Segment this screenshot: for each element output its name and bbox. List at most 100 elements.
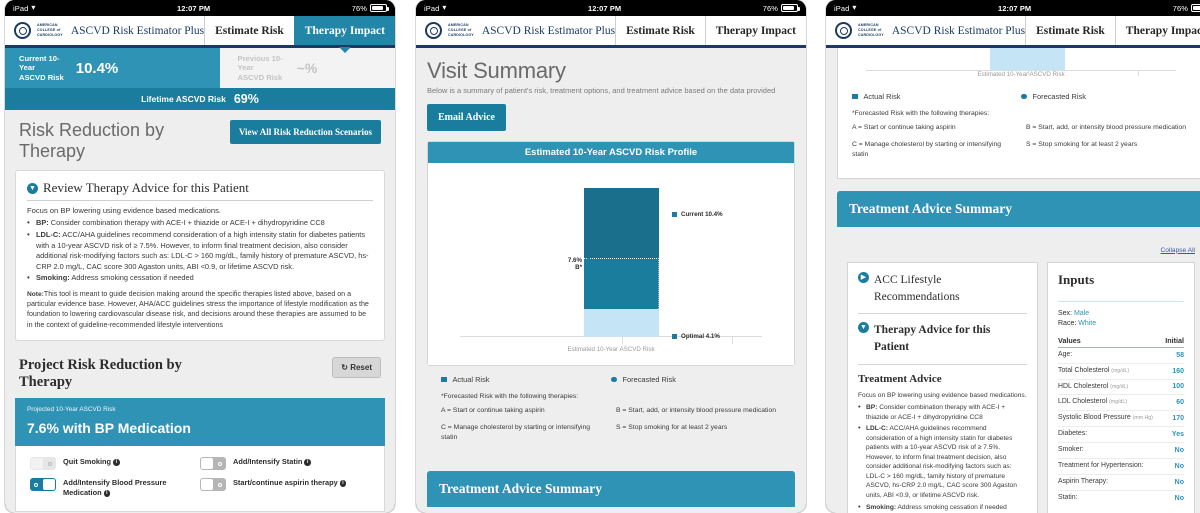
acc-logo-words: AMERICAN COLLEGE of CARDIOLOGY (37, 23, 63, 37)
chart-x-axis-label: Estimated 10-Year ASCVD Risk (977, 71, 1065, 78)
app-title: ASCVD Risk Estimator Plus (481, 24, 616, 37)
toggle-aspirin-therapy[interactable]: Start/continue aspirin therapy i (200, 474, 370, 502)
tab-therapy-impact[interactable]: Therapy Impact (293, 16, 395, 45)
app-screen: AMERICAN COLLEGE of CARDIOLOGY ASCVD Risk … (5, 16, 395, 513)
tab-estimate-risk[interactable]: Estimate Risk (1025, 16, 1115, 45)
reset-button[interactable]: ↻ Reset (332, 356, 381, 378)
collapse-all-row: Collapse All (837, 239, 1200, 262)
therapy-advice-header[interactable]: ▼ Therapy Advice for this Patient (858, 322, 1027, 365)
legend-item-actual-risk: Actual Risk (852, 92, 1021, 101)
footnote-a: A = Start or continue taking aspirin (441, 406, 545, 414)
table-row: Aspirin Therapy: No (1058, 475, 1184, 492)
battery-percent-label: 76% (762, 3, 778, 13)
app-navbar: AMERICAN COLLEGE of CARDIOLOGY ASCVD Risk … (826, 16, 1200, 48)
refresh-icon: ↻ (341, 362, 348, 372)
status-bar: iPad ▾ 12:07 PM 76% (826, 0, 1200, 16)
collapse-all-link[interactable]: Collapse All (1161, 247, 1195, 254)
footnote-b: B = Start, add, or intensity blood press… (1026, 123, 1187, 131)
tab-estimate-risk[interactable]: Estimate Risk (204, 16, 294, 45)
therapy-advice-title: Therapy Advice for this Patient (874, 324, 991, 354)
legend-square-icon (441, 376, 447, 383)
treatment-advice-summary-bar[interactable]: Treatment Advice Summary (427, 470, 795, 507)
treatment-advice-summary-bar[interactable]: Treatment Advice Summary (837, 190, 1200, 227)
chart-annotation-current: Current 10.4% (672, 211, 723, 218)
footnote-s: S = Stop smoking for at least 2 years (616, 424, 728, 432)
chart-annotation-forecast: 7.6% B* (544, 257, 591, 273)
review-card-lead: Focus on BP lowering using evidence base… (27, 206, 222, 216)
chart-x-axis-label: Estimated 10-Year ASCVD Risk (567, 346, 655, 353)
toggle-switch-statin[interactable] (200, 457, 226, 471)
view-all-scenarios-button[interactable]: View All Risk Reduction Scenarios (229, 120, 381, 144)
info-icon[interactable]: i (339, 480, 347, 487)
device-name-label: iPad (424, 3, 440, 13)
acc-logo-icon (425, 22, 442, 39)
footnote-title: *Forecasted Risk with the following ther… (441, 393, 579, 400)
list-item: Smoking: Address smoking cessation if ne… (858, 502, 1027, 513)
ipad-panel-visit-summary: iPad ▾ 12:07 PM 76% AMERICAN COLLEGE of CA… (416, 0, 806, 513)
chart-segment-forecast (584, 258, 659, 309)
page-subtitle: Below is a summary of patient's risk, tr… (427, 86, 776, 95)
lifetime-risk-value: 69% (233, 92, 259, 106)
chevron-right-circle-icon: ▶ (858, 271, 869, 283)
chart-annotation-optimal: Optimal 4.1% (672, 333, 720, 340)
toggle-quit-smoking[interactable]: Quit Smoking i (30, 453, 200, 474)
chart-footnotes: *Forecasted Risk with the following ther… (427, 386, 795, 461)
status-bar-right: 76% (762, 3, 800, 13)
status-bar-left: iPad ▾ (13, 4, 36, 13)
chart-marker-square (672, 212, 677, 217)
footnote-s: S = Stop smoking for at least 2 years (1026, 141, 1138, 149)
legend-item-actual-risk: Actual Risk (441, 375, 611, 384)
chart-marker-square (672, 334, 677, 339)
legend-square-icon (852, 93, 858, 100)
status-bar-clock: 12:07 PM (176, 3, 211, 13)
email-advice-button[interactable]: Email Advice (427, 104, 506, 131)
acc-logo-icon (835, 22, 852, 39)
app-navbar: AMERICAN COLLEGE of CARDIOLOGY ASCVD Risk … (416, 16, 806, 48)
app-screen: AMERICAN COLLEGE of CARDIOLOGY ASCVD Risk … (826, 16, 1200, 513)
footnote-c: C = Manage cholesterol by starting or in… (852, 141, 1002, 158)
chart-legend: Actual Risk Forecasted Risk (838, 78, 1200, 103)
footnote-columns: A = Start or continue taking aspirin C =… (852, 123, 1190, 168)
footnote-a: A = Start or continue taking aspirin (852, 123, 956, 131)
lifetime-risk-label: Lifetime ASCVD Risk (141, 94, 226, 104)
review-card-header[interactable]: ▼ Review Therapy Advice for this Patient (27, 180, 373, 202)
list-item: Smoking: Address smoking cessation if ne… (27, 272, 373, 284)
info-icon[interactable]: i (304, 459, 311, 466)
footnote-title: *Forecasted Risk with the following ther… (852, 110, 990, 117)
tab-therapy-impact[interactable]: Therapy Impact (704, 16, 806, 45)
device-name-label: iPad (13, 3, 29, 13)
col-initial: Initial (1165, 335, 1184, 345)
acc-lifestyle-header[interactable]: ▶ ACC Lifestyle Recommendations (858, 271, 1027, 315)
chart-footnotes: *Forecasted Risk with the following ther… (838, 103, 1200, 178)
nav-tabs: Estimate Risk Therapy Impact Advice (1025, 16, 1200, 45)
risk-summary-bar: Current 10- Year ASCVD Risk 10.4% Previous… (5, 48, 395, 88)
table-row: HDL Cholesterol (mg/dL) 100 (1058, 380, 1184, 396)
brand-area: AMERICAN COLLEGE of CARDIOLOGY ASCVD Risk … (826, 16, 1025, 45)
table-row: Smoker: No (1058, 443, 1184, 460)
panel1-body: Risk Reduction by Therapy View All Risk … (5, 110, 395, 341)
project-header: Project Risk Reduction by Therapy ↻ Rese… (15, 356, 385, 398)
battery-icon (370, 4, 389, 12)
review-card-bullets: BP: Consider combination therapy with AC… (27, 218, 373, 283)
toggle-add-intensify-statin[interactable]: Add/Intensify Statin i (200, 453, 370, 474)
tab-therapy-impact[interactable]: Therapy Impact (1114, 16, 1200, 45)
toggle-switch-bp-med[interactable] (30, 478, 56, 492)
current-risk-label: Current 10- Year ASCVD Risk (19, 53, 64, 82)
toggle-switch-aspirin[interactable] (200, 478, 226, 492)
page-title: Visit Summary (427, 58, 566, 83)
toggle-add-intensify-bp-med[interactable]: Add/Intensify Blood Pressure Medication i (30, 474, 200, 502)
treatment-advice-bullets: BP: Consider combination therapy with AC… (858, 402, 1027, 513)
toggle-label: Add/Intensify Blood Pressure Medication i (63, 478, 167, 498)
footnote-col-left: A = Start or continue taking aspirin C =… (852, 123, 1016, 168)
toggle-label: Add/Intensify Statin i (233, 457, 311, 467)
info-icon[interactable]: i (113, 459, 120, 466)
toggle-label: Start/continue aspirin therapy i (233, 478, 347, 488)
info-icon[interactable]: i (103, 490, 111, 497)
advice-summary-section: Collapse All ▶ ACC Lifestyle Recommendat… (837, 239, 1200, 513)
status-bar-left: iPad ▾ (834, 4, 857, 13)
chevron-down-circle-icon: ▼ (27, 182, 38, 194)
toggle-switch-quit-smoking[interactable] (30, 457, 56, 471)
tab-estimate-risk[interactable]: Estimate Risk (615, 16, 705, 45)
previous-risk-block: Previous 10- Year ASCVD Risk ~% (219, 48, 395, 88)
ipad-panel-therapy-impact: iPad ▾ 12:07 PM 76% AMERICAN COLLEGE of CA… (5, 0, 395, 513)
